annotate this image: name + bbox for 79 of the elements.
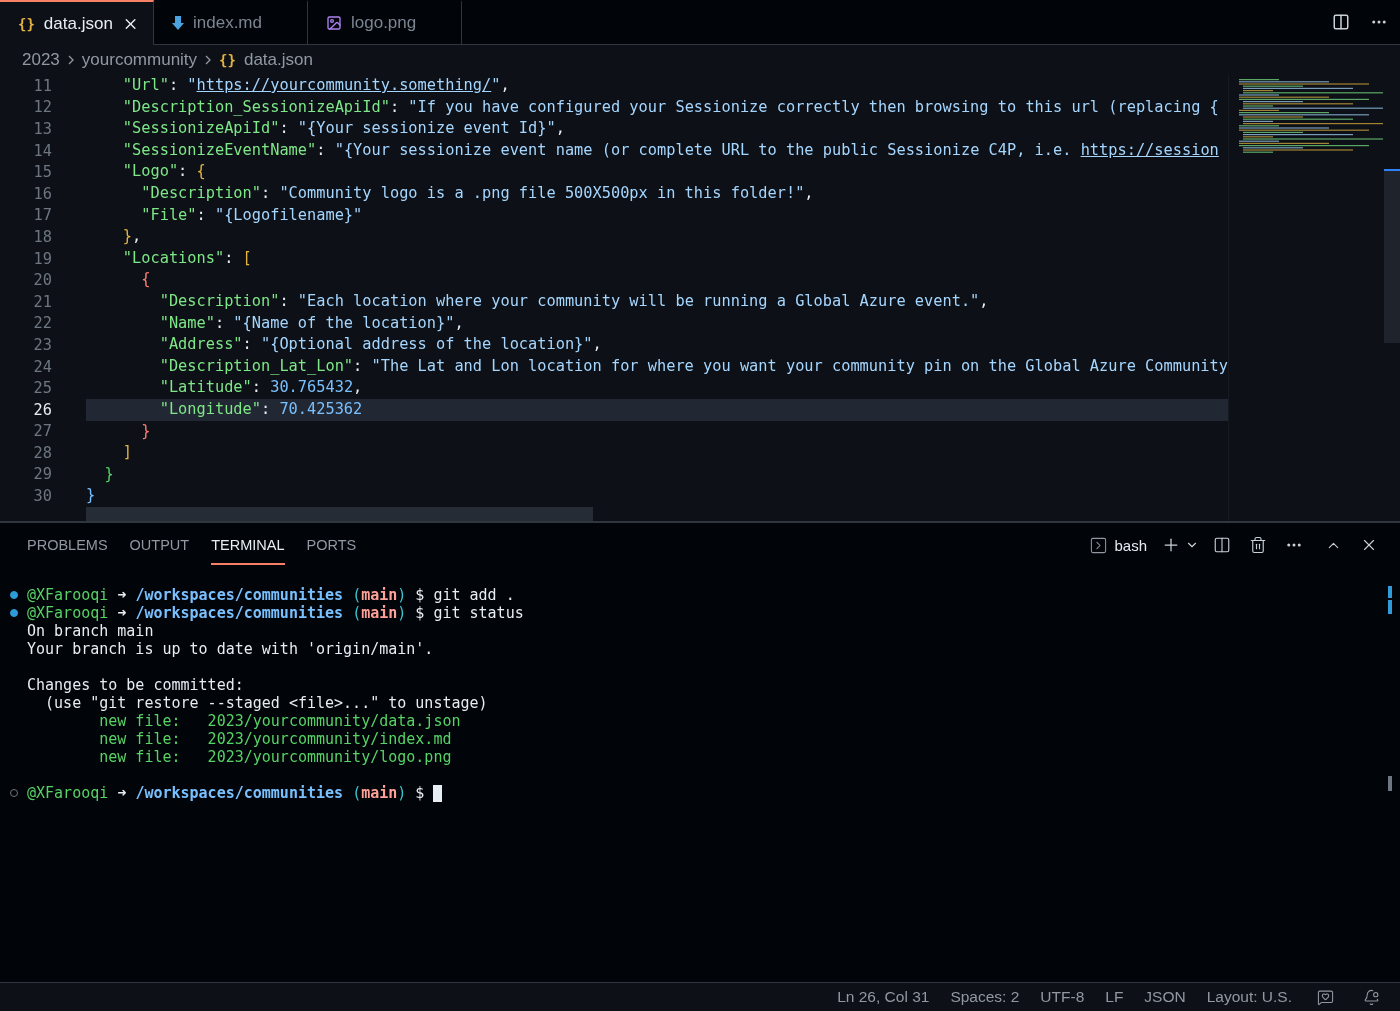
prompt-line: @XFarooqi ➜ /workspaces/communities (main) $: [27, 784, 425, 802]
line-number: 13: [32, 120, 52, 138]
bell-icon[interactable]: [1363, 988, 1380, 1006]
line-number: 27: [32, 422, 52, 441]
line-number: 14: [32, 141, 52, 160]
code-line: "SessionizeEventName": "{Your sessionize event name (or complete URL to the public Sessionize C4P, i.e. https://session: [121, 139, 1220, 161]
horizontal-scrollbar[interactable]: [86, 507, 593, 521]
terminal-output: Your branch is up to date with 'origin/main'.: [27, 640, 434, 658]
status-item[interactable]: UTF-8: [1040, 988, 1085, 1006]
status-item[interactable]: Layout: U.S.: [1206, 988, 1292, 1006]
terminal-output: new file: 2023/yourcommunity/logo.png: [98, 748, 452, 766]
line-number: 20: [32, 271, 52, 290]
code-line: "Url": "https://yourcommunity.something/",: [121, 75, 511, 96]
code-line: "Description": "Each location where your community will be running a Global Azure event.",: [158, 290, 990, 312]
code-line: "Description_SessionizeApiId": "If you have configured your Sessionize correctly then browsing to this url (replacing {: [121, 96, 1220, 118]
code-line: "Description": "Community logo is a .png file 500X500px in this folder!",: [140, 182, 815, 204]
terminal-output: On branch main: [27, 622, 154, 640]
braces-icon: {}: [219, 52, 236, 68]
code-link[interactable]: https://session: [1080, 140, 1219, 159]
line-number: 29: [32, 465, 52, 484]
line-number: 12: [32, 98, 52, 117]
code-line: ]: [121, 442, 134, 464]
line-number: 19: [32, 249, 52, 268]
line-number: 30: [32, 487, 52, 506]
line-number: 25: [32, 379, 52, 398]
split-terminal-icon[interactable]: [1213, 536, 1231, 554]
line-number: 21: [32, 292, 52, 311]
panel-tab[interactable]: PROBLEMS: [27, 525, 108, 565]
code-line: }: [103, 463, 115, 485]
down-arrow-icon: [172, 15, 184, 31]
code-line: }: [140, 420, 152, 442]
panel-tab[interactable]: TERMINAL: [211, 525, 285, 565]
code-link[interactable]: https://yourcommunity.something/: [196, 76, 492, 94]
editor-tab[interactable]: {} data.json: [0, 0, 154, 45]
line-number: 16: [32, 184, 52, 203]
line-number: 15: [32, 163, 52, 182]
shell-name[interactable]: bash: [1114, 536, 1147, 554]
status-item[interactable]: Ln 26, Col 31: [837, 988, 930, 1006]
prompt-line: @XFarooqi ➜ /workspaces/communities (main) $ git status: [27, 604, 524, 622]
line-number: 28: [32, 443, 52, 462]
feedback-icon[interactable]: [1317, 988, 1334, 1006]
command-status-dot[interactable]: [9, 609, 18, 617]
line-number: 17: [32, 206, 52, 225]
braces-icon: {}: [18, 15, 35, 32]
code-line: "Address": "{Optional address of the location}",: [158, 334, 603, 356]
breadcrumb-item[interactable]: yourcommunity: [81, 50, 198, 70]
code-line: },: [121, 226, 143, 248]
line-number: 26: [32, 400, 52, 419]
code-line: "File": "{Logofilename}": [140, 204, 364, 226]
code-line: {: [140, 269, 152, 291]
terminal-output: (use "git restore --staged <file>..." to unstage): [44, 694, 488, 712]
image-icon: [326, 15, 342, 31]
code-line: "Locations": [: [121, 247, 253, 269]
status-item[interactable]: JSON: [1144, 988, 1186, 1006]
code-line: "Name": "{Name of the location}",: [158, 312, 465, 334]
terminal-output: new file: 2023/yourcommunity/data.json: [98, 712, 461, 730]
code-line: "Logo": {: [121, 161, 207, 183]
line-number: 18: [32, 227, 52, 246]
terminal-output: Changes to be committed:: [27, 676, 244, 694]
line-number: 11: [32, 76, 52, 95]
terminal-output: new file: 2023/yourcommunity/index.md: [98, 730, 452, 748]
code-line: }: [86, 485, 97, 507]
line-number: 24: [32, 357, 52, 376]
code-line: "Latitude": 30.765432,: [158, 377, 364, 399]
line-number: 22: [32, 314, 52, 333]
code-line: "Description_Lat_Lon": "The Lat and Lon location for where you want your community pin on the Global Azure Community: [158, 355, 1228, 377]
vertical-scrollbar[interactable]: [1384, 169, 1400, 343]
panel-tab[interactable]: PORTS: [306, 525, 357, 565]
status-item[interactable]: Spaces: 2: [950, 988, 1020, 1006]
command-status-dot[interactable]: [9, 591, 18, 599]
panel-tab[interactable]: OUTPUT: [129, 525, 190, 565]
breadcrumb-item[interactable]: 2023: [22, 50, 60, 70]
prompt-line: @XFarooqi ➜ /workspaces/communities (main) $ git add .: [27, 586, 515, 604]
code-line: "SessionizeApiId": "{Your sessionize event Id}",: [121, 118, 566, 140]
status-item[interactable]: LF: [1105, 988, 1124, 1006]
terminal-icon[interactable]: [1089, 535, 1109, 555]
trash-icon[interactable]: [1249, 536, 1267, 554]
line-number: 23: [32, 335, 52, 354]
breadcrumb-item[interactable]: data.json: [243, 50, 313, 70]
